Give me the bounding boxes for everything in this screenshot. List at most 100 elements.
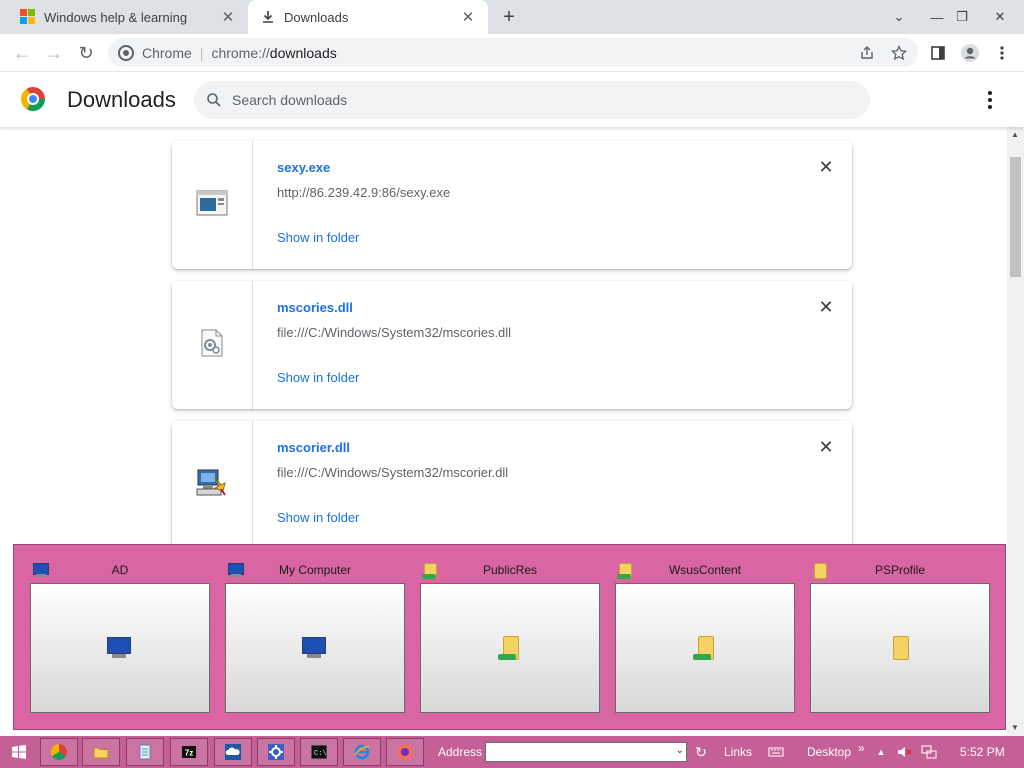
browser-menu-icon[interactable]: [989, 40, 1015, 66]
toolbar-overflow-chevron[interactable]: »: [858, 741, 865, 755]
taskbar-explorer-button[interactable]: [82, 738, 120, 766]
remove-download-button[interactable]: ✕: [816, 157, 836, 177]
links-toolbar-label[interactable]: Links: [724, 745, 752, 759]
taskbar-cmd-button[interactable]: C:\: [300, 738, 338, 766]
share-icon[interactable]: [854, 40, 880, 66]
cloud-icon: [225, 744, 241, 760]
profile-avatar-icon[interactable]: [957, 40, 983, 66]
download-item: mscorier.dll file:///C:/Windows/System32…: [172, 421, 852, 549]
tile-preview[interactable]: [420, 583, 600, 713]
taskbar-firefox-button[interactable]: [386, 738, 424, 766]
page-title: Downloads: [67, 87, 176, 112]
chrome-icon: [51, 744, 67, 760]
file-name-link[interactable]: mscories.dll: [277, 300, 353, 315]
tile-preview[interactable]: [225, 583, 405, 713]
system-clock[interactable]: 5:52 PM: [960, 745, 1005, 759]
restore-button[interactable]: ❐: [945, 0, 979, 34]
network-folder-icon: [422, 563, 438, 579]
file-explorer-icon: [93, 747, 109, 759]
tile-preview[interactable]: [615, 583, 795, 713]
tile-preview[interactable]: [810, 583, 990, 713]
taskbar-chrome-button[interactable]: [40, 738, 78, 766]
address-bar[interactable]: Chrome | chrome://downloads: [108, 38, 918, 67]
tab-close-icon[interactable]: ✕: [458, 7, 478, 27]
address-go-button[interactable]: ↻: [691, 738, 711, 766]
url-path: downloads: [269, 44, 337, 61]
url-text: chrome://downloads: [211, 45, 336, 61]
taskbar-notepad-button[interactable]: [126, 738, 164, 766]
keyboard-icon[interactable]: [765, 738, 787, 766]
tab-title: Windows help & learning: [44, 9, 188, 25]
scroll-down-arrow-icon[interactable]: ▼: [1011, 723, 1019, 732]
side-panel-icon[interactable]: [925, 40, 951, 66]
url-chip: Chrome: [142, 44, 192, 61]
search-icon: [206, 92, 222, 108]
show-in-folder-link[interactable]: Show in folder: [277, 230, 359, 245]
new-tab-button[interactable]: +: [497, 6, 521, 28]
file-name-link[interactable]: sexy.exe: [277, 160, 330, 175]
scrollbar-thumb[interactable]: [1010, 157, 1021, 277]
taskbar-address-input[interactable]: ⌄: [485, 742, 687, 762]
scroll-up-arrow-icon[interactable]: ▲: [1011, 130, 1019, 139]
bookmark-star-icon[interactable]: [886, 40, 912, 66]
chrome-icon: [118, 44, 134, 61]
tile-label: AD: [111, 563, 129, 577]
tab-downloads[interactable]: Downloads ✕: [248, 0, 488, 34]
reload-button[interactable]: ↻: [73, 40, 99, 66]
switcher-tile-ad[interactable]: AD: [30, 559, 210, 713]
firefox-icon: [398, 745, 412, 759]
tab-windows-help[interactable]: Windows help & learning ✕: [8, 0, 248, 34]
computer-icon: [32, 563, 49, 577]
downloads-header: Downloads: [0, 73, 1024, 127]
command-prompt-icon: C:\: [311, 744, 327, 760]
window-switcher-panel: AD My Computer PublicRes WsusContent PSP…: [13, 544, 1006, 730]
file-url: file:///C:/Windows/System32/mscorier.dll: [277, 465, 509, 480]
remove-download-button[interactable]: ✕: [816, 437, 836, 457]
show-in-folder-link[interactable]: Show in folder: [277, 510, 359, 525]
windows-logo-icon: [12, 745, 26, 759]
network-icon[interactable]: [918, 738, 940, 766]
tile-header: WsusContent: [615, 559, 795, 583]
tab-close-icon[interactable]: ✕: [218, 7, 238, 27]
file-url: file:///C:/Windows/System32/mscories.dll: [277, 325, 512, 340]
folder-icon: [888, 636, 912, 660]
browser-toolbar: ← → ↻ Chrome | chrome://downloads: [0, 34, 1024, 72]
tile-header: My Computer: [225, 559, 405, 583]
7zip-icon: 7z: [182, 746, 196, 758]
tab-search-chevron-icon[interactable]: ⌄: [882, 0, 916, 34]
switcher-tile-wsuscontent[interactable]: WsusContent: [615, 559, 795, 713]
show-hidden-icons-caret[interactable]: ▲: [874, 738, 888, 766]
download-item: mscories.dll file:///C:/Windows/System32…: [172, 281, 852, 409]
vertical-scrollbar[interactable]: ▲ ▼: [1007, 127, 1024, 736]
start-button[interactable]: [6, 738, 32, 766]
search-input[interactable]: [232, 92, 832, 108]
taskbar-ie-button[interactable]: [343, 738, 381, 766]
show-in-folder-link[interactable]: Show in folder: [277, 370, 359, 385]
switcher-tile-psprofile[interactable]: PSProfile: [810, 559, 990, 713]
close-window-button[interactable]: ✕: [983, 0, 1017, 34]
switcher-tile-my-computer[interactable]: My Computer: [225, 559, 405, 713]
chevron-down-icon[interactable]: ⌄: [676, 745, 684, 756]
back-button[interactable]: ←: [9, 40, 35, 66]
taskbar-onedrive-button[interactable]: [214, 738, 252, 766]
notepad-icon: [139, 744, 151, 760]
taskbar-settings-button[interactable]: [257, 738, 295, 766]
url-scheme: chrome://: [211, 44, 270, 61]
desktop-toolbar-label[interactable]: Desktop: [807, 745, 851, 759]
tile-label: PublicRes: [482, 563, 538, 577]
search-box[interactable]: [194, 81, 870, 119]
network-folder-icon: [498, 636, 522, 660]
speaker-muted-icon[interactable]: [894, 738, 914, 766]
folder-icon: [812, 563, 828, 579]
tile-label: WsusContent: [668, 563, 742, 577]
taskbar-7zip-button[interactable]: 7z: [170, 738, 208, 766]
tile-preview[interactable]: [30, 583, 210, 713]
computer-icon: [301, 637, 329, 659]
tab-title: Downloads: [284, 9, 349, 25]
download-icon: [260, 9, 276, 25]
file-name-link[interactable]: mscorier.dll: [277, 440, 350, 455]
remove-download-button[interactable]: ✕: [816, 297, 836, 317]
switcher-tile-publicres[interactable]: PublicRes: [420, 559, 600, 713]
forward-button[interactable]: →: [41, 40, 67, 66]
downloads-menu-icon[interactable]: [979, 87, 1001, 113]
